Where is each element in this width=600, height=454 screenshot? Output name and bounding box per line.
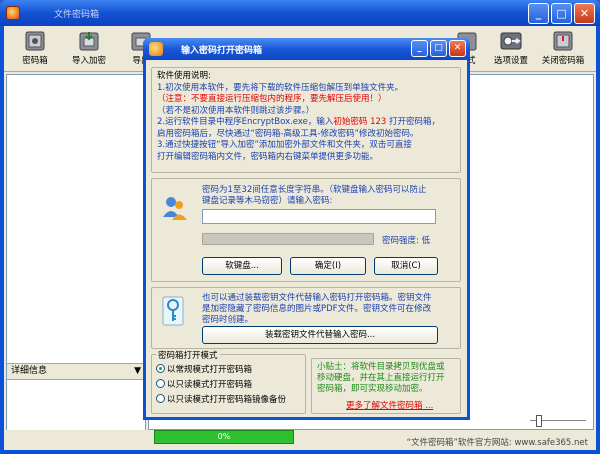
tips-line: 移动硬盘，并在其上直接运行打开 <box>317 373 445 383</box>
detail-info-header[interactable]: 详细信息 ▼ <box>7 363 145 380</box>
dialog-app-icon <box>149 42 163 56</box>
radio-selected-icon <box>156 364 165 373</box>
learn-more-link[interactable]: 更多了解文件密码箱 ... <box>346 399 433 411</box>
open-mode-readonly-radio[interactable]: 以只读模式打开密码箱 <box>156 378 252 390</box>
toolbar-close-safe-button[interactable]: 关闭密码箱 <box>532 30 594 70</box>
open-mode-option-label: 以常规模式打开密码箱 <box>167 365 253 375</box>
instructions-line: 启用密码箱后，尽快通过“密码箱-高级工具-修改密码”修改初始密码。 <box>157 128 419 139</box>
options-icon <box>500 32 522 50</box>
instructions-panel: 软件使用说明: 1.初次使用本软件，要先将下载的软件压缩包解压到单独文件夹。 （… <box>151 67 461 173</box>
app-icon <box>6 6 20 20</box>
instructions-line: 1.初次使用本软件，要先将下载的软件压缩包解压到单独文件夹。 <box>157 82 404 93</box>
password-panel: 密码为1至32间任意长度字符串。（软键盘输入密码可以防止 键盘记录等木马窃密）请… <box>151 178 461 282</box>
tips-line: 小贴士：将软件目录拷贝到优盘或 <box>317 362 445 372</box>
detail-info-label: 详细信息 <box>11 366 48 376</box>
maximize-button[interactable]: □ <box>551 3 572 24</box>
open-mode-normal-radio[interactable]: 以常规模式打开密码箱 <box>156 363 252 375</box>
zoom-slider[interactable] <box>530 414 586 428</box>
password-hint-line: 键盘记录等木马窃密）请输入密码: <box>202 196 333 206</box>
soft-keyboard-button[interactable]: 软键盘... <box>202 257 282 275</box>
dialog-close-button[interactable]: ✕ <box>449 40 466 57</box>
password-strength-label: 密码强度: 低 <box>382 236 431 246</box>
tips-panel: 小贴士：将软件目录拷贝到优盘或 移动硬盘，并在其上直接运行打开 密码箱，即可实现… <box>311 358 461 414</box>
keyfile-line: 也可以通过装载密钥文件代替输入密码打开密码箱。密钥文件 <box>202 293 432 303</box>
instructions-line-part: 2.运行软件目录中程序EncryptBox.exe，输入 <box>157 117 334 127</box>
instructions-line: 3.通过快捷按钮“导入加密”添加加密外部文件和文件夹，双击可直接 <box>157 140 412 150</box>
main-title-bar[interactable]: 文件密码箱 _ □ ✕ <box>0 0 600 26</box>
password-hint-line: 密码为1至32间任意长度字符串。（软键盘输入密码可以防止 <box>202 185 427 195</box>
import-encrypt-icon <box>79 32 99 51</box>
official-site-text: “文件密码箱”软件官方网站: www.safe365.net <box>406 438 588 448</box>
tips-line: 密码箱，即可实现移动加密。 <box>317 384 428 394</box>
open-mode-option-label: 以只读模式打开密码箱 <box>167 380 253 390</box>
instructions-warning: （注意：不要直接运行压缩包内的程序，要先解压后使用！） <box>157 94 387 104</box>
dialog-title-bar[interactable]: 输入密码打开密码箱 _ □ ✕ <box>143 38 470 60</box>
keyfile-panel: 也可以通过装载密钥文件代替输入密码打开密码箱。密钥文件 是加密隐藏了密码信息的图… <box>151 287 461 349</box>
folder-tree-pane[interactable]: 详细信息 ▼ <box>6 74 146 446</box>
progress-bar: 0% <box>154 430 294 444</box>
minimize-button[interactable]: _ <box>528 3 549 24</box>
cancel-button[interactable]: 取消(C) <box>374 257 438 275</box>
open-mode-title: 密码箱打开模式 <box>156 349 220 361</box>
password-dialog: 输入密码打开密码箱 _ □ ✕ 软件使用说明: 1.初次使用本软件，要先将下载的… <box>143 38 470 420</box>
open-mode-group: 密码箱打开模式 以常规模式打开密码箱 以只读模式打开密码箱 以只读模式打开密码箱… <box>151 349 306 414</box>
open-mode-option-label: 以只读模式打开密码箱镜像备份 <box>167 395 287 405</box>
dialog-minimize-button[interactable]: _ <box>411 40 428 57</box>
radio-icon <box>156 379 165 388</box>
toolbar-close-safe-label: 关闭密码箱 <box>541 56 585 66</box>
ok-button[interactable]: 确定(I) <box>290 257 366 275</box>
password-input[interactable] <box>202 209 436 224</box>
tips-text: 小贴士：将软件目录拷贝到优盘或 移动硬盘，并在其上直接运行打开 密码箱，即可实现… <box>317 362 459 395</box>
chevron-down-icon[interactable]: ▼ <box>134 364 141 379</box>
safe-icon <box>25 31 45 51</box>
instructions-heading: 软件使用说明: <box>157 71 211 81</box>
close-button[interactable]: ✕ <box>574 3 595 24</box>
instructions-line-part: 打开密码箱， <box>389 117 441 127</box>
password-strength-bar <box>202 233 374 245</box>
radio-icon <box>156 394 165 403</box>
keyfile-description: 也可以通过装载密钥文件代替输入密码打开密码箱。密钥文件 是加密隐藏了密码信息的图… <box>202 293 458 326</box>
load-keyfile-button[interactable]: 装载密钥文件代替输入密码... <box>202 326 438 344</box>
toolbar-safe-button[interactable]: 密码箱 <box>4 30 66 70</box>
slider-thumb[interactable] <box>536 415 542 427</box>
toolbar-safe-label: 密码箱 <box>22 56 48 66</box>
instructions-line: 打开编辑密码箱内文件，密码箱内右键菜单提供更多功能。 <box>157 151 379 162</box>
status-bar: 0% “文件密码箱”软件官方网站: www.safe365.net <box>4 415 596 450</box>
key-icon <box>162 296 184 326</box>
dialog-maximize-button[interactable]: □ <box>430 40 447 57</box>
instructions-line: （若不是初次使用本软件则跳过该步骤。） <box>157 105 315 116</box>
password-hint: 密码为1至32间任意长度字符串。（软键盘输入密码可以防止 键盘记录等木马窃密）请… <box>202 185 452 207</box>
user-icon <box>163 197 187 220</box>
open-mode-readonly-backup-radio[interactable]: 以只读模式打开密码箱镜像备份 <box>156 393 286 405</box>
keyfile-line: 是加密隐藏了密码信息的图片或PDF文件。密钥文件可在修改 <box>202 304 432 314</box>
instructions-line: 2.运行软件目录中程序EncryptBox.exe，输入初始密码 123 打开密… <box>157 117 455 129</box>
dialog-title: 输入密码打开密码箱 <box>181 46 263 56</box>
keyfile-line: 密码时创建。 <box>202 315 254 325</box>
initial-password-text: 初始密码 123 <box>333 117 387 127</box>
window-title: 文件密码箱 <box>54 10 100 20</box>
close-safe-icon <box>553 31 573 51</box>
dialog-body: 软件使用说明: 1.初次使用本软件，要先将下载的软件压缩包解压到单独文件夹。 （… <box>146 60 467 417</box>
